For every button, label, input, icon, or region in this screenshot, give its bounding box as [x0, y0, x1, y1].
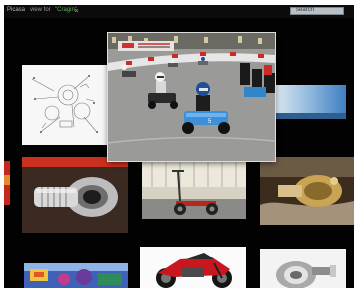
screenshot-frame: Picasa view for "Cragin" search 5: [0, 0, 361, 292]
zoomed-photo[interactable]: 5: [108, 33, 275, 161]
toolbar: Picasa view for "Cragin" search: [4, 5, 354, 18]
search-box-label: search: [296, 7, 315, 13]
photo-browser-window: Picasa view for "Cragin" search 5: [4, 5, 354, 288]
metal-part-image: [260, 249, 346, 288]
close-icon[interactable]: [74, 8, 79, 13]
photo-thumbnail-poster[interactable]: [24, 263, 128, 288]
go-kart-image: 5: [108, 33, 275, 161]
photo-thumbnail-metal-part[interactable]: [260, 249, 346, 288]
diagram-image: [22, 65, 112, 145]
photo-thumbnail-diagram[interactable]: [22, 65, 112, 145]
poster-image: [24, 263, 128, 288]
red-edge-image: [4, 161, 10, 205]
photo-thumbnail-exhaust[interactable]: [22, 157, 128, 233]
search-input[interactable]: search: [290, 7, 344, 15]
exhaust-image: [22, 157, 128, 233]
photo-thumbnail-scooter[interactable]: [142, 157, 246, 219]
photo-thumbnail-red-edge[interactable]: [4, 161, 10, 205]
sky-image: [274, 85, 346, 119]
photo-thumbnail-sky[interactable]: [274, 85, 346, 119]
photo-thumbnail-engine-part[interactable]: [260, 157, 354, 225]
scooter-image: [142, 157, 246, 219]
search-label: view for: [30, 7, 51, 13]
app-title: Picasa: [7, 7, 26, 13]
engine-part-image: [260, 157, 354, 225]
photo-thumbnail-motorcycle[interactable]: [140, 247, 246, 288]
motorcycle-image: [140, 247, 246, 288]
